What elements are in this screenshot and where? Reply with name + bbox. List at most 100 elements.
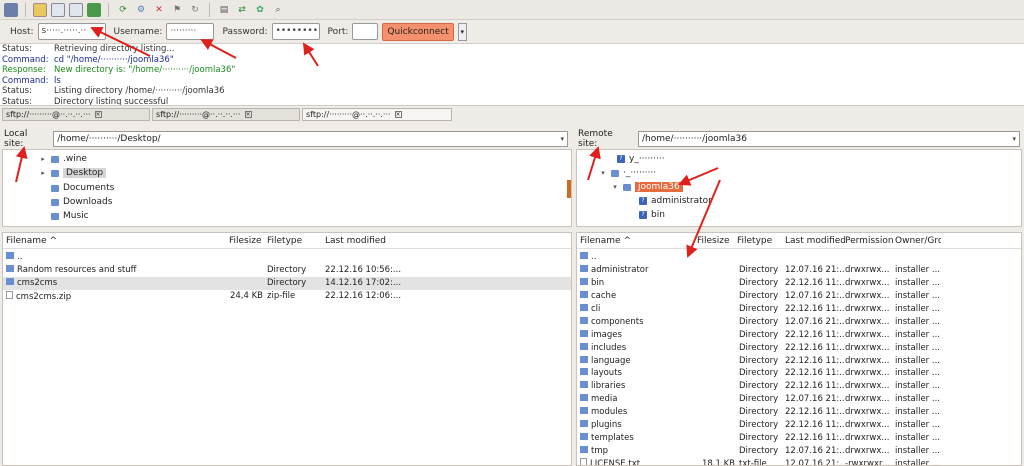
remote-file-list[interactable]: Filename ^ Filesize Filetype Last modifi… — [576, 232, 1022, 466]
connection-tab[interactable]: sftp://·········@··.··.··.··· × — [2, 108, 150, 121]
table-row[interactable]: .. — [3, 251, 571, 264]
tree-item[interactable]: ? bin — [627, 208, 665, 222]
table-row[interactable]: libraries Directory 22.12.16 11:... drwxrwx… — [577, 380, 1021, 393]
log-line-text: Listing directory /home/··········/jooml… — [54, 86, 225, 96]
tree-item[interactable]: ▸ Desktop — [39, 166, 107, 180]
table-row[interactable]: modules Directory 22.12.16 11:... drwxrwx..… — [577, 406, 1021, 419]
cell-modified: 22.12.16 11:... — [785, 355, 845, 366]
local-tree-scrollbar[interactable] — [567, 180, 571, 198]
tree-item[interactable]: Documents — [39, 181, 114, 195]
local-col-filetype[interactable]: Filetype — [263, 236, 325, 246]
username-input[interactable]: ········· — [166, 23, 215, 40]
table-row[interactable]: images Directory 22.12.16 11:... drwxrwx...… — [577, 328, 1021, 341]
local-path-input[interactable]: /home/··········/Desktop/ ▾ — [53, 131, 568, 147]
table-row[interactable]: cms2cms Directory 14.12.16 17:02:... — [3, 277, 571, 290]
close-icon[interactable]: × — [94, 111, 102, 118]
table-row[interactable]: cache Directory 12.07.16 21:... drwxrwx... i… — [577, 290, 1021, 303]
connection-tab[interactable]: sftp://·········@··.··.··.··· × — [302, 108, 452, 121]
refresh-icon[interactable]: ⟳ — [116, 3, 130, 17]
table-row[interactable]: templates Directory 22.12.16 11:... drwxrwx… — [577, 432, 1021, 445]
table-row[interactable]: media Directory 12.07.16 21:... drwxrwx... i… — [577, 393, 1021, 406]
cell-modified: 22.12.16 11:... — [785, 432, 845, 443]
table-row[interactable]: Random resources and stuff Directory 22.12… — [3, 264, 571, 277]
chevron-down-icon[interactable]: ▾ — [1012, 135, 1016, 143]
tree-item[interactable]: ▾ joomla36 — [611, 180, 683, 194]
local-col-modified[interactable]: Last modified — [325, 236, 405, 246]
site-manager-icon[interactable] — [4, 2, 18, 17]
cell-filetype: Directory — [739, 291, 779, 302]
table-row[interactable]: bin Directory 22.12.16 11:... drwxrwx... ins… — [577, 277, 1021, 290]
remote-directory-tree[interactable]: ? y_········· ▾ ·_········· ▾ joomla36? admini… — [576, 149, 1022, 227]
remote-site-bar: Remote site: /home/··········/joomla36 ▾ — [578, 128, 1020, 150]
close-icon[interactable]: × — [244, 111, 252, 118]
toggle-log-icon[interactable] — [33, 2, 47, 17]
message-log[interactable]: Status: Retrieving directory listing... Co… — [0, 44, 1024, 106]
reconnect-icon[interactable]: ↻ — [188, 3, 202, 17]
table-row[interactable]: includes Directory 22.12.16 11:... drwxrwx.… — [577, 341, 1021, 354]
folder-icon — [51, 198, 59, 206]
chevron-right-icon[interactable]: ▸ — [39, 155, 47, 163]
toggle-remote-tree-icon[interactable] — [69, 2, 83, 17]
cell-permission: drwxrwx... — [845, 316, 890, 327]
password-input[interactable]: •••••••••••• — [271, 23, 320, 40]
transfer-queue-icon[interactable] — [87, 2, 101, 17]
cell-filename-text: administrator — [591, 265, 649, 276]
table-row[interactable]: administrator Directory 12.07.16 21:... drw… — [577, 264, 1021, 277]
folder-icon — [580, 329, 588, 337]
tree-item[interactable]: ▾ ·_········· — [599, 166, 656, 180]
table-row[interactable]: tmp Directory 12.07.16 21:... drwxrwx... ins… — [577, 445, 1021, 458]
remote-col-filesize[interactable]: Filesize — [697, 236, 735, 246]
local-col-filename[interactable]: Filename ^ — [3, 236, 229, 246]
table-row[interactable]: components Directory 12.07.16 21:... drwxrw… — [577, 316, 1021, 329]
process-queue-icon[interactable]: ⚙ — [134, 3, 148, 17]
host-input[interactable]: s·····.·····.·· — [37, 23, 106, 40]
directory-filter-icon[interactable]: ▤ — [217, 3, 231, 17]
cancel-icon[interactable]: ✕ — [152, 3, 166, 17]
local-file-list[interactable]: Filename ^ Filesize Filetype Last modifi… — [2, 232, 572, 466]
disconnect-icon[interactable]: ⚑ — [170, 3, 184, 17]
chevron-down-icon[interactable]: ▾ — [560, 135, 564, 143]
tree-item[interactable]: Downloads — [39, 195, 112, 209]
port-input[interactable] — [352, 23, 379, 40]
tree-item[interactable]: ? y_········· — [605, 152, 665, 166]
local-directory-tree[interactable]: ▸ .wine ▸ Desktop Documents Downloads Music — [2, 149, 572, 227]
dir-compare-icon[interactable]: ✿ — [253, 3, 267, 17]
cell-permission: drwxrwx... — [845, 303, 890, 314]
search-icon[interactable]: ⌕ — [271, 3, 285, 17]
sync-browse-icon[interactable]: ⇄ — [235, 3, 249, 17]
tree-item[interactable]: ▸ .wine — [39, 152, 87, 166]
local-col-filesize[interactable]: Filesize — [229, 236, 263, 246]
password-label: Password: — [222, 26, 268, 37]
table-row[interactable]: cli Directory 22.12.16 11:... drwxrwx... ins… — [577, 303, 1021, 316]
folder-icon — [580, 342, 588, 350]
tree-item-label: y_········· — [629, 154, 665, 164]
log-line-text: cd "/home/··········/joomla36" — [54, 54, 174, 65]
table-row[interactable]: layouts Directory 22.12.16 11:... drwxrwx..… — [577, 367, 1021, 380]
chevron-right-icon[interactable]: ▸ — [39, 169, 47, 177]
table-row[interactable]: .. — [577, 251, 1021, 264]
chevron-down-icon[interactable]: ▾ — [599, 169, 607, 177]
log-line: Status: Listing directory /home/·········… — [2, 86, 1024, 97]
remote-col-filename[interactable]: Filename ^ — [577, 236, 697, 246]
remote-col-permission[interactable]: Permission — [845, 236, 895, 246]
quickconnect-button[interactable]: Quickconnect — [382, 22, 454, 41]
quickconnect-dropdown[interactable]: ▾ — [457, 22, 467, 41]
table-row[interactable]: LICENSE.txt 18,1 KB txt-file 12.07.16 21:..… — [577, 457, 1021, 465]
connection-tab[interactable]: sftp://·········@··.··.··.··· × — [152, 108, 300, 121]
remote-col-filetype[interactable]: Filetype — [735, 236, 785, 246]
remote-col-owner[interactable]: Owner/Gro — [895, 236, 941, 246]
close-icon[interactable]: × — [394, 111, 402, 118]
table-row[interactable]: plugins Directory 22.12.16 11:... drwxrwx..… — [577, 419, 1021, 432]
table-row[interactable]: cms2cms.zip 24,4 KB zip-file 22.12.16 12:06… — [3, 290, 571, 303]
table-row[interactable]: language Directory 22.12.16 11:... drwxrwx.… — [577, 354, 1021, 367]
chevron-down-icon[interactable]: ▾ — [611, 183, 619, 191]
toggle-tree-icon[interactable] — [51, 2, 65, 17]
folder-icon — [51, 184, 59, 192]
remote-col-modified[interactable]: Last modified — [785, 236, 845, 246]
tree-item[interactable]: ? administrator — [627, 194, 712, 208]
tree-item[interactable]: Music — [39, 209, 89, 223]
cell-filename-text: layouts — [591, 368, 622, 379]
remote-list-header: Filename ^ Filesize Filetype Last modifi… — [577, 233, 1021, 249]
cell-filename: tmp — [577, 445, 697, 456]
remote-path-input[interactable]: /home/··········/joomla36 ▾ — [637, 131, 1020, 147]
